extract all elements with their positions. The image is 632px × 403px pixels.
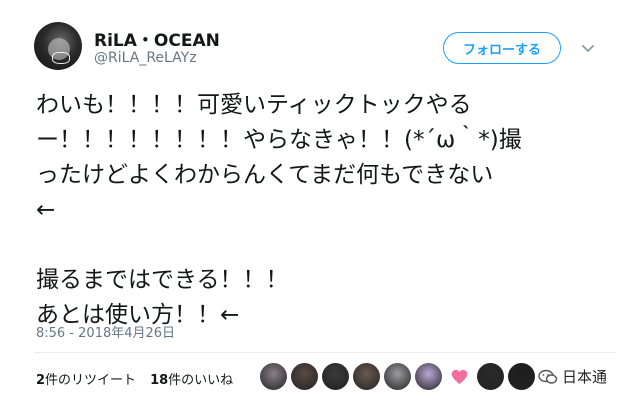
like-label: 件のいいね [168, 373, 234, 388]
liker-avatar-heart[interactable] [446, 363, 473, 390]
tweet-line: ← [36, 197, 56, 223]
liker-avatars [260, 363, 535, 390]
avatar-stamp [52, 52, 70, 64]
retweet-count: 2 [36, 373, 46, 388]
retweet-label: 件のリツイート [45, 373, 137, 388]
tweet-line: わいも！！！！可愛いティックトックやる [36, 92, 472, 118]
liker-avatar[interactable] [508, 363, 535, 390]
engagement-stats: 2件のリツイート 18件のいいね [36, 369, 233, 388]
liker-avatar[interactable] [415, 363, 442, 390]
user-handle[interactable]: @RiLA_ReLAYz [94, 50, 197, 66]
tweet-line [36, 228, 616, 263]
like-stat[interactable]: 18件のいいね [150, 373, 233, 388]
tweet-line: ー！！！！！！！！やらなきゃ！！(*´ω｀*)撮 [36, 127, 522, 153]
divider [34, 352, 616, 353]
profile-avatar[interactable] [34, 22, 82, 70]
liker-avatar[interactable] [291, 363, 318, 390]
liker-avatar[interactable] [322, 363, 349, 390]
tweet-line: ったけどよくわからんくてまだ何もできない [36, 162, 494, 188]
liker-avatar[interactable] [260, 363, 287, 390]
chevron-down-icon[interactable] [580, 40, 596, 56]
tweet-timestamp[interactable]: 8:56 - 2018年4月26日 [36, 322, 175, 341]
wechat-icon [538, 369, 558, 384]
follow-button[interactable]: フォローする [443, 32, 561, 64]
retweet-stat[interactable]: 2件のリツイート [36, 373, 136, 388]
watermark: 日本通 [538, 366, 607, 387]
liker-avatar[interactable] [384, 363, 411, 390]
liker-avatar[interactable] [477, 363, 504, 390]
tweet-line: 撮るまではできる！！！ [36, 267, 289, 293]
watermark-text: 日本通 [562, 368, 608, 386]
tweet-text: わいも！！！！可愛いティックトックやる ー！！！！！！！！やらなきゃ！！(*´ω… [36, 88, 616, 333]
display-name[interactable]: RiLA・OCEAN [94, 26, 220, 51]
liker-avatar[interactable] [353, 363, 380, 390]
like-count: 18 [150, 373, 169, 388]
